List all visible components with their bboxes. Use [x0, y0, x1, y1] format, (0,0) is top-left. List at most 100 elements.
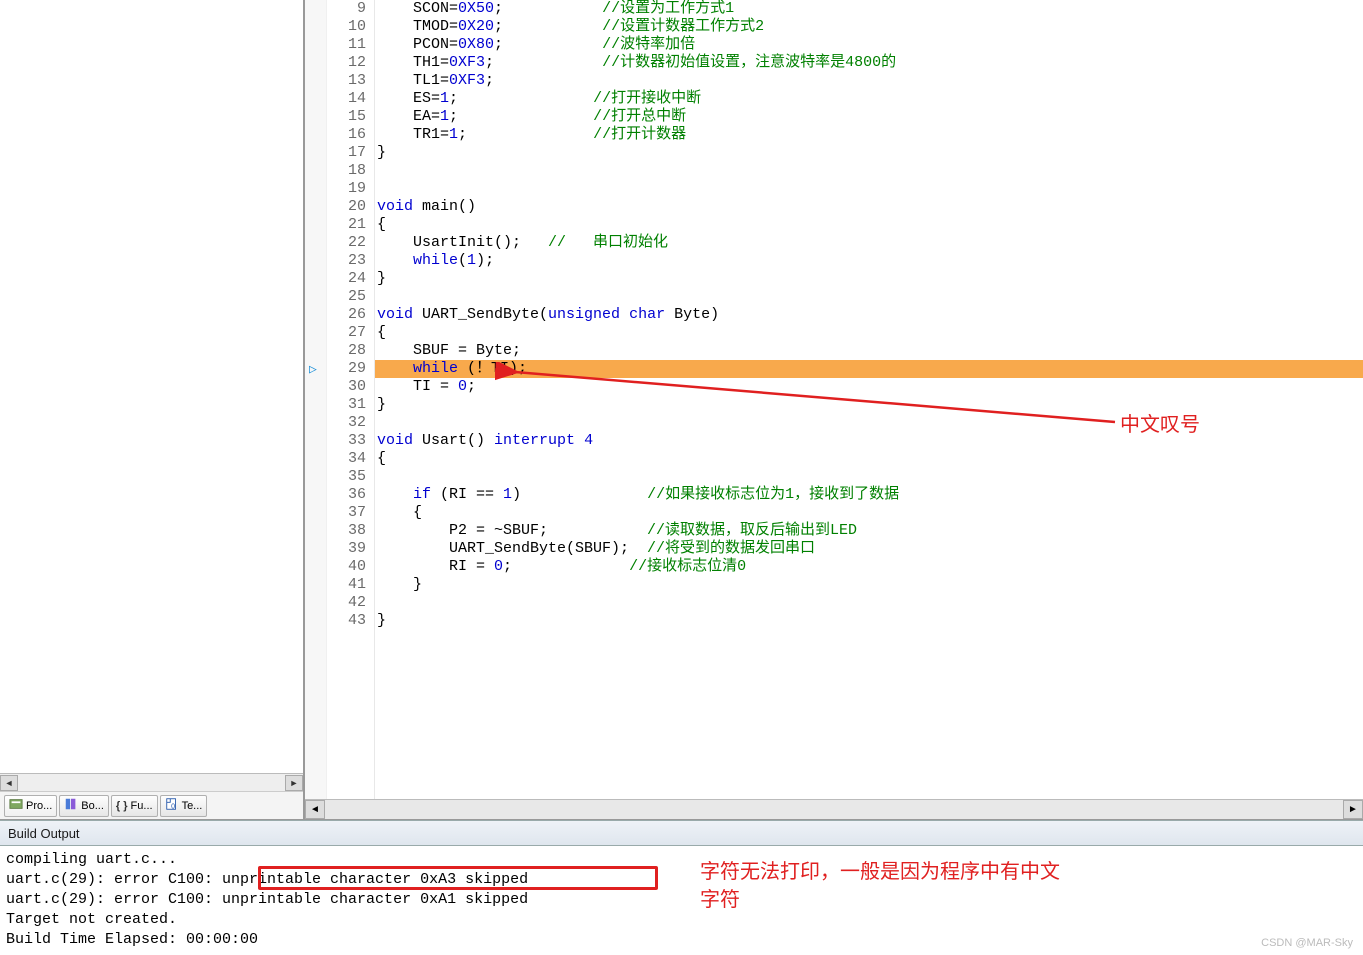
- code-line[interactable]: [375, 414, 1363, 432]
- code-line[interactable]: {: [375, 216, 1363, 234]
- line-number: 43: [327, 612, 366, 630]
- tab-functions[interactable]: { } Fu...: [111, 795, 158, 817]
- code-line[interactable]: while(1);: [375, 252, 1363, 270]
- tab-templates-label: Te...: [182, 800, 203, 812]
- line-number: 14: [327, 90, 366, 108]
- main-split: ◄ ► Pro... Bo... { } Fu... 0 Te...: [0, 0, 1363, 820]
- build-output-line: uart.c(29): error C100: unprintable char…: [6, 870, 1357, 890]
- code-line[interactable]: P2 = ~SBUF; //读取数据，取反后输出到LED: [375, 522, 1363, 540]
- code-line[interactable]: [375, 162, 1363, 180]
- line-number: 31: [327, 396, 366, 414]
- line-number: 26: [327, 306, 366, 324]
- line-number: 13: [327, 72, 366, 90]
- scroll-left-icon[interactable]: ◄: [305, 800, 325, 819]
- code-line[interactable]: TMOD=0X20; //设置计数器工作方式2: [375, 18, 1363, 36]
- line-number: 30: [327, 378, 366, 396]
- tab-books[interactable]: Bo...: [59, 795, 109, 817]
- code-line[interactable]: {: [375, 324, 1363, 342]
- code-line[interactable]: SBUF = Byte;: [375, 342, 1363, 360]
- code-line[interactable]: void Usart() interrupt 4: [375, 432, 1363, 450]
- code-line[interactable]: SCON=0X50; //设置为工作方式1: [375, 0, 1363, 18]
- line-number: 29: [327, 360, 366, 378]
- code-line[interactable]: {: [375, 504, 1363, 522]
- project-pane: ◄ ► Pro... Bo... { } Fu... 0 Te...: [0, 0, 305, 819]
- code-line[interactable]: [375, 288, 1363, 306]
- line-number: 28: [327, 342, 366, 360]
- line-number: 33: [327, 432, 366, 450]
- scroll-left-icon[interactable]: ◄: [0, 775, 18, 791]
- project-icon: [9, 797, 23, 814]
- line-number: 27: [327, 324, 366, 342]
- build-output-line: compiling uart.c...: [6, 850, 1357, 870]
- watermark-text: CSDN @MAR-Sky: [1261, 937, 1353, 949]
- code-line[interactable]: ES=1; //打开接收中断: [375, 90, 1363, 108]
- code-line[interactable]: UsartInit(); // 串口初始化: [375, 234, 1363, 252]
- code-line[interactable]: }: [375, 576, 1363, 594]
- code-line[interactable]: }: [375, 270, 1363, 288]
- scroll-track[interactable]: [325, 800, 1343, 819]
- code-line[interactable]: TL1=0XF3;: [375, 72, 1363, 90]
- line-number: 39: [327, 540, 366, 558]
- line-number: 20: [327, 198, 366, 216]
- scroll-right-icon[interactable]: ►: [285, 775, 303, 791]
- code-line[interactable]: void UART_SendByte(unsigned char Byte): [375, 306, 1363, 324]
- line-number: 21: [327, 216, 366, 234]
- line-number: 24: [327, 270, 366, 288]
- line-number: 18: [327, 162, 366, 180]
- line-number: 36: [327, 486, 366, 504]
- build-output-header[interactable]: Build Output: [0, 820, 1363, 846]
- code-line[interactable]: }: [375, 396, 1363, 414]
- code-line[interactable]: TH1=0XF3; //计数器初始值设置，注意波特率是4800的: [375, 54, 1363, 72]
- line-number: 35: [327, 468, 366, 486]
- editor-margin: ▷: [305, 0, 327, 799]
- line-number: 12: [327, 54, 366, 72]
- templates-icon: 0: [165, 797, 179, 814]
- code-line[interactable]: }: [375, 612, 1363, 630]
- line-number: 16: [327, 126, 366, 144]
- project-tree-area[interactable]: [0, 0, 303, 773]
- code-line[interactable]: RI = 0; //接收标志位清0: [375, 558, 1363, 576]
- build-output-line: Target not created.: [6, 910, 1357, 930]
- code-line[interactable]: PCON=0X80; //波特率加倍: [375, 36, 1363, 54]
- code-line[interactable]: if (RI == 1) //如果接收标志位为1，接收到了数据: [375, 486, 1363, 504]
- code-line[interactable]: void main(): [375, 198, 1363, 216]
- line-number: 23: [327, 252, 366, 270]
- books-icon: [64, 797, 78, 814]
- code-line[interactable]: UART_SendByte(SBUF); //将受到的数据发回串口: [375, 540, 1363, 558]
- code-line[interactable]: EA=1; //打开总中断: [375, 108, 1363, 126]
- tab-templates[interactable]: 0 Te...: [160, 795, 208, 817]
- line-number: 22: [327, 234, 366, 252]
- code-line[interactable]: while (！TI);: [375, 360, 1363, 378]
- line-number: 32: [327, 414, 366, 432]
- code-editor[interactable]: ▷ 91011121314151617181920212223242526272…: [305, 0, 1363, 799]
- svg-text:0: 0: [171, 803, 175, 810]
- line-number: 17: [327, 144, 366, 162]
- line-number: 34: [327, 450, 366, 468]
- build-output-body[interactable]: 字符无法打印，一般是因为程序中有中文 字符 compiling uart.c..…: [0, 846, 1363, 954]
- code-line[interactable]: [375, 468, 1363, 486]
- functions-icon: { }: [116, 800, 128, 812]
- scroll-right-icon[interactable]: ►: [1343, 800, 1363, 819]
- code-line[interactable]: TR1=1; //打开计数器: [375, 126, 1363, 144]
- code-line[interactable]: }: [375, 144, 1363, 162]
- line-number: 41: [327, 576, 366, 594]
- line-number: 19: [327, 180, 366, 198]
- tab-functions-label: Fu...: [131, 800, 153, 812]
- editor-hscrollbar[interactable]: ◄ ►: [305, 799, 1363, 819]
- code-content[interactable]: SCON=0X50; //设置为工作方式1 TMOD=0X20; //设置计数器…: [375, 0, 1363, 799]
- tab-project[interactable]: Pro...: [4, 795, 57, 817]
- build-output-title: Build Output: [8, 826, 80, 841]
- line-number: 11: [327, 36, 366, 54]
- current-line-marker-icon: ▷: [309, 361, 317, 379]
- line-number: 40: [327, 558, 366, 576]
- line-number: 10: [327, 18, 366, 36]
- tab-project-label: Pro...: [26, 800, 52, 812]
- code-line[interactable]: TI = 0;: [375, 378, 1363, 396]
- code-line[interactable]: {: [375, 450, 1363, 468]
- code-line[interactable]: [375, 594, 1363, 612]
- project-hscrollbar[interactable]: ◄ ►: [0, 773, 303, 791]
- code-line[interactable]: [375, 180, 1363, 198]
- line-number: 37: [327, 504, 366, 522]
- line-number-gutter: 9101112131415161718192021222324252627282…: [327, 0, 375, 799]
- line-number: 42: [327, 594, 366, 612]
